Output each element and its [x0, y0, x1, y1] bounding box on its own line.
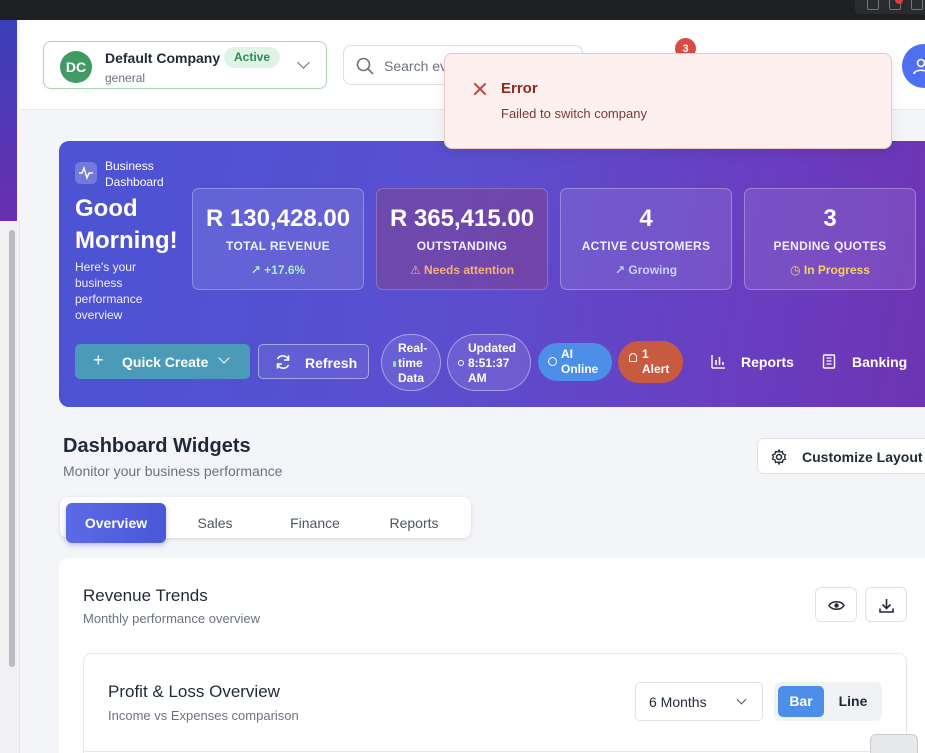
line-chart-toggle[interactable]: Line	[830, 686, 876, 717]
refresh-button[interactable]: Refresh	[258, 344, 369, 379]
check-circle-icon	[548, 357, 557, 366]
bar-chart-icon	[711, 355, 725, 369]
bar-chart-toggle[interactable]: Bar	[778, 686, 824, 717]
toast-message: Failed to switch company	[501, 106, 647, 121]
stat-total-revenue[interactable]: R 130,428.00 TOTAL REVENUE ↗ +17.6%	[192, 188, 364, 290]
stat-outstanding[interactable]: R 365,415.00 OUTSTANDING ⚠ Needs attenti…	[376, 188, 548, 290]
greeting-subtitle: Here's your business performance overvie…	[75, 260, 143, 322]
quick-create-button[interactable]: + Quick Create	[75, 344, 250, 379]
floating-widget-button[interactable]	[870, 734, 918, 753]
revenue-subtitle: Monthly performance overview	[83, 611, 261, 626]
user-icon	[913, 58, 925, 75]
stat-value: R 130,428.00	[205, 205, 351, 232]
revenue-title: Revenue Trends	[83, 586, 208, 605]
eye-icon	[828, 601, 845, 610]
updated-pill: Updated 8:51:37 AM	[447, 334, 531, 391]
company-avatar: DC	[60, 51, 92, 83]
download-button[interactable]	[865, 587, 907, 622]
realtime-pill: Real-time Data	[381, 334, 441, 391]
window-controls[interactable]	[855, 0, 925, 14]
realtime-label: Real-time Data	[398, 341, 428, 385]
stat-note: ◷ In Progress	[790, 263, 870, 277]
chart-type-toggle: Bar Line	[774, 682, 882, 721]
period-value: 6 Months	[649, 694, 707, 710]
refresh-label: Refresh	[305, 355, 358, 371]
revenue-trends-panel: Revenue Trends Monthly performance overv…	[59, 558, 925, 753]
tab-finance[interactable]: Finance	[265, 503, 365, 543]
stat-note: ↗ Growing	[614, 263, 678, 277]
greeting: Good Morning!	[75, 195, 178, 254]
sidebar-edge	[0, 20, 17, 221]
tab-sales[interactable]: Sales	[165, 503, 265, 543]
updated-label: Updated 8:51:37 AM	[468, 341, 516, 385]
stat-label: OUTSTANDING	[416, 239, 508, 253]
plus-icon: +	[93, 350, 104, 370]
stat-pending-quotes[interactable]: 3 PENDING QUOTES ◷ In Progress	[744, 188, 916, 290]
profit-loss-card: Profit & Loss Overview Income vs Expense…	[83, 653, 907, 753]
stat-note: ⚠ Needs attention	[409, 263, 515, 277]
tab-reports[interactable]: Reports	[364, 503, 464, 543]
stat-note: ↗ +17.6%	[250, 263, 306, 277]
profit-loss-subtitle: Income vs Expenses comparison	[108, 708, 299, 723]
clock-icon	[458, 360, 464, 366]
widgets-title: Dashboard Widgets	[63, 435, 251, 457]
quick-create-label: Quick Create	[122, 354, 209, 370]
period-select[interactable]: 6 Months	[635, 682, 763, 721]
widget-tabs: Overview Sales Finance Reports	[60, 497, 471, 543]
bell-icon	[629, 353, 637, 362]
hero-badge-label: Business Dashboard	[105, 159, 164, 189]
stat-value: 3	[823, 205, 837, 232]
scrollbar-thumb[interactable]	[9, 230, 15, 667]
customize-layout-button[interactable]: Customize Layout	[757, 438, 925, 474]
dashboard-hero: Business Dashboard Good Morning! Here's …	[59, 141, 925, 407]
error-toast: Error Failed to switch company	[444, 53, 892, 149]
reports-label: Reports	[741, 354, 794, 370]
customize-label: Customize Layout	[802, 449, 923, 465]
bank-icon	[822, 354, 836, 369]
stat-value: 4	[639, 205, 653, 232]
ai-status-label: AI Online	[561, 347, 599, 376]
stat-value: R 365,415.00	[389, 205, 535, 232]
alert-pill[interactable]: 1 Alert	[618, 341, 683, 383]
stat-active-customers[interactable]: 4 ACTIVE CUSTOMERS ↗ Growing	[560, 188, 732, 290]
search-icon	[356, 57, 374, 75]
toast-title: Error	[501, 80, 538, 97]
gear-icon	[771, 449, 787, 465]
chevron-down-icon	[736, 694, 747, 705]
refresh-icon	[276, 355, 290, 369]
external-icon[interactable]	[911, 0, 923, 10]
stat-label: TOTAL REVENUE	[226, 239, 330, 253]
browser-top-bar	[0, 0, 925, 20]
tab-overview[interactable]: Overview	[66, 503, 166, 543]
view-button[interactable]	[815, 587, 857, 622]
divider	[84, 751, 906, 752]
window-icon[interactable]	[867, 0, 879, 10]
profit-loss-title: Profit & Loss Overview	[108, 682, 280, 701]
status-badge: Active	[224, 47, 281, 68]
chevron-down-icon[interactable]	[218, 352, 230, 364]
live-dot-icon	[393, 361, 396, 367]
widgets-subtitle: Monitor your business performance	[63, 463, 283, 479]
close-icon[interactable]	[473, 82, 487, 96]
chevron-down-icon	[297, 56, 310, 69]
stat-label: ACTIVE CUSTOMERS	[581, 239, 711, 253]
alert-label: 1 Alert	[642, 347, 670, 376]
company-switcher[interactable]: DC Default Company Active general	[43, 41, 327, 89]
banking-label: Banking	[852, 354, 908, 370]
download-icon	[879, 599, 894, 613]
ai-status-pill[interactable]: AI Online	[538, 343, 612, 381]
activity-icon	[75, 162, 97, 184]
company-name: Default Company	[105, 50, 221, 66]
company-subtitle: general	[105, 71, 146, 85]
stat-label: PENDING QUOTES	[773, 239, 887, 253]
